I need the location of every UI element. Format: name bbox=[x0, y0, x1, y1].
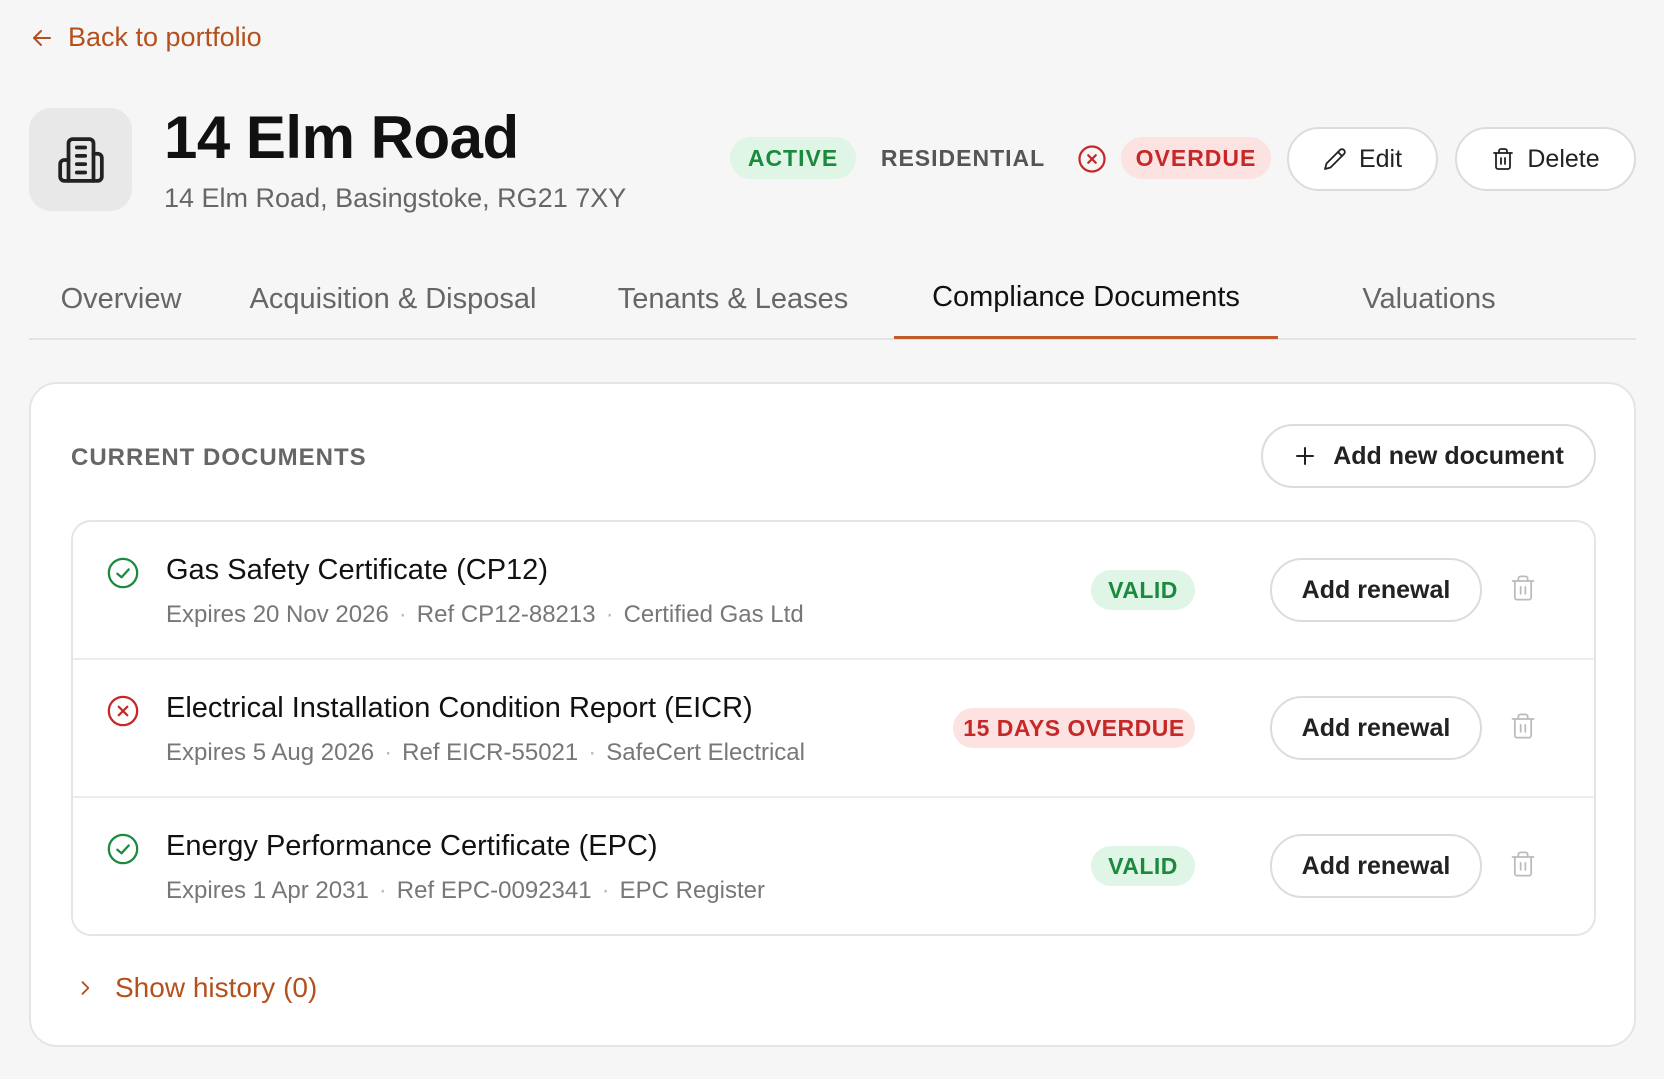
check-circle-icon bbox=[106, 556, 140, 590]
list-item: Electrical Installation Condition Report… bbox=[73, 660, 1594, 798]
tab-bar: Overview Acquisition & Disposal Tenants … bbox=[29, 258, 1636, 340]
tab-overview[interactable]: Overview bbox=[29, 258, 213, 340]
document-ref: Ref EPC-0092341 bbox=[396, 877, 592, 904]
add-document-label: Add new document bbox=[1333, 441, 1564, 470]
pencil-icon bbox=[1324, 148, 1346, 170]
tab-tenants-leases[interactable]: Tenants & Leases bbox=[583, 258, 883, 340]
back-link-label: Back to portfolio bbox=[68, 22, 262, 52]
page-title: 14 Elm Road bbox=[164, 104, 519, 171]
document-provider: SafeCert Electrical bbox=[606, 739, 805, 766]
trash-icon bbox=[1511, 851, 1535, 877]
document-expiry: Expires 1 Apr 2031 bbox=[166, 877, 369, 904]
delete-document-button[interactable] bbox=[1509, 712, 1537, 740]
delete-button[interactable]: Delete bbox=[1455, 127, 1636, 191]
property-address: 14 Elm Road, Basingstoke, RG21 7XY bbox=[164, 183, 627, 213]
document-name: Electrical Installation Condition Report… bbox=[166, 692, 753, 724]
documents-card: CURRENT DOCUMENTS Add new document Gas S… bbox=[29, 382, 1636, 1047]
x-circle-icon bbox=[106, 694, 140, 728]
add-renewal-button[interactable]: Add renewal bbox=[1270, 558, 1482, 622]
document-status-badge: VALID bbox=[1091, 846, 1195, 886]
show-history-toggle[interactable]: Show history (0) bbox=[75, 972, 317, 1004]
show-history-label: Show history (0) bbox=[115, 972, 318, 1003]
trash-icon bbox=[1511, 713, 1535, 739]
document-ref: Ref EICR-55021 bbox=[402, 739, 579, 766]
edit-button[interactable]: Edit bbox=[1287, 127, 1438, 191]
document-meta: Expires 1 Apr 2031 · Ref EPC-0092341 · EPC R… bbox=[166, 877, 765, 904]
trash-icon bbox=[1493, 148, 1514, 170]
property-type-badge: RESIDENTIAL bbox=[880, 144, 1046, 171]
tab-compliance-documents[interactable]: Compliance Documents bbox=[894, 258, 1278, 339]
document-ref: Ref CP12-88213 bbox=[416, 601, 596, 628]
section-title: CURRENT DOCUMENTS bbox=[71, 444, 367, 471]
document-list: Gas Safety Certificate (CP12) Expires 20… bbox=[71, 520, 1596, 936]
property-avatar bbox=[29, 108, 132, 211]
plus-icon bbox=[1296, 447, 1315, 465]
check-circle-icon bbox=[106, 832, 140, 866]
document-name: Gas Safety Certificate (CP12) bbox=[166, 554, 548, 586]
add-renewal-button[interactable]: Add renewal bbox=[1270, 834, 1482, 898]
add-renewal-button[interactable]: Add renewal bbox=[1270, 696, 1482, 760]
document-expiry: Expires 5 Aug 2026 bbox=[166, 739, 375, 766]
document-status-badge: VALID bbox=[1091, 570, 1195, 610]
delete-document-button[interactable] bbox=[1509, 850, 1537, 878]
back-to-portfolio-link[interactable]: Back to portfolio bbox=[30, 22, 262, 53]
compliance-badge: OVERDUE bbox=[1121, 137, 1271, 179]
document-status-badge: 15 DAYS OVERDUE bbox=[953, 708, 1195, 748]
document-provider: Certified Gas Ltd bbox=[623, 601, 804, 628]
status-badge: ACTIVE bbox=[730, 137, 856, 179]
document-meta: Expires 20 Nov 2026 · Ref CP12-88213 · Certi… bbox=[166, 601, 804, 628]
add-new-document-button[interactable]: Add new document bbox=[1261, 424, 1596, 488]
arrow-left-icon bbox=[33, 29, 51, 46]
trash-icon bbox=[1511, 575, 1535, 601]
list-item: Energy Performance Certificate (EPC) Exp… bbox=[73, 798, 1594, 934]
list-item: Gas Safety Certificate (CP12) Expires 20… bbox=[73, 522, 1594, 660]
delete-document-button[interactable] bbox=[1509, 574, 1537, 602]
x-circle-icon bbox=[1077, 144, 1107, 174]
tab-valuations[interactable]: Valuations bbox=[1309, 258, 1549, 340]
building-icon bbox=[57, 136, 104, 183]
edit-label: Edit bbox=[1358, 144, 1403, 173]
document-meta: Expires 5 Aug 2026 · Ref EICR-55021 · SafeCe… bbox=[166, 739, 805, 766]
tab-acquisition-disposal[interactable]: Acquisition & Disposal bbox=[243, 258, 543, 340]
document-provider: EPC Register bbox=[619, 877, 765, 904]
document-name: Energy Performance Certificate (EPC) bbox=[166, 830, 658, 862]
chevron-right-icon bbox=[81, 981, 90, 995]
document-expiry: Expires 20 Nov 2026 bbox=[166, 601, 389, 628]
delete-label: Delete bbox=[1527, 144, 1600, 173]
